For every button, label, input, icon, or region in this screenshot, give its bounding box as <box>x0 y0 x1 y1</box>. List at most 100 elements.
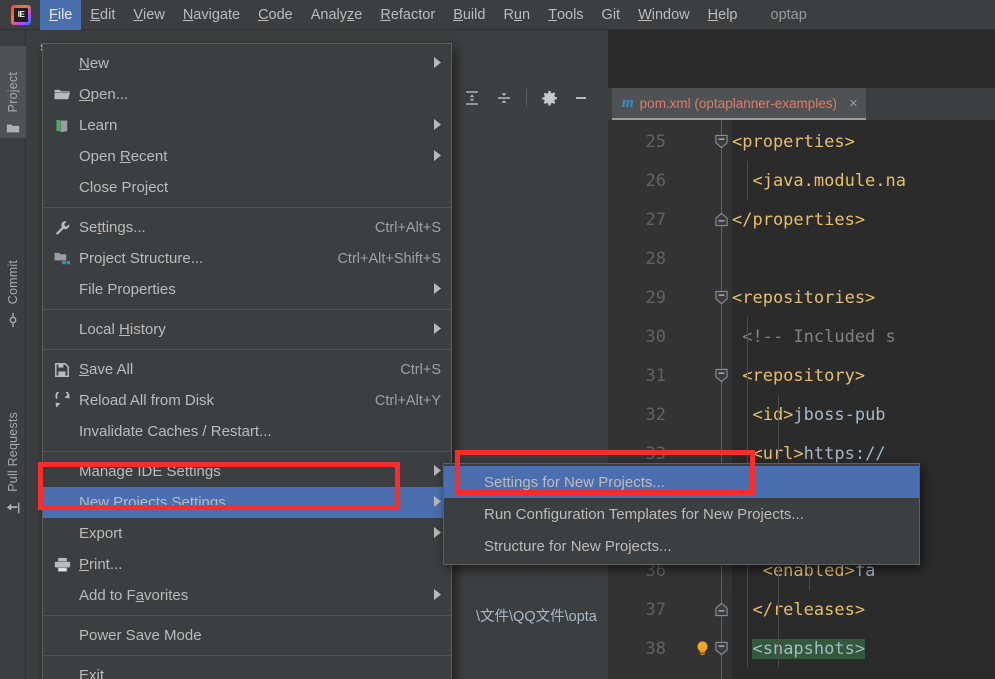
fold-marker-open[interactable] <box>714 641 729 656</box>
code-line: </properties> <box>732 200 865 239</box>
submenu-item-structure-for-new-projects[interactable]: Structure for New Projects... <box>444 530 919 562</box>
fold-marker-open[interactable] <box>714 134 729 149</box>
indent-guide <box>747 395 748 434</box>
menu-icon-placeholder <box>51 462 73 482</box>
file-menu-item-manage-ide-settings[interactable]: Manage IDE Settings <box>43 456 451 487</box>
file-menu-item-power-save-mode[interactable]: Power Save Mode <box>43 620 451 651</box>
menu-bar-item-tools[interactable]: Tools <box>539 0 592 30</box>
menu-item-label: Power Save Mode <box>79 627 202 644</box>
code-token: https:// <box>803 443 886 464</box>
menu-icon-placeholder <box>51 586 73 606</box>
indent-guide <box>747 590 748 629</box>
menu-icon-placeholder <box>51 280 73 300</box>
file-menu-item-export[interactable]: Export <box>43 518 451 549</box>
fold-marker-close[interactable] <box>714 212 729 227</box>
code-token: <snapshots> <box>752 638 866 659</box>
line-number: 28 <box>645 248 666 269</box>
close-icon[interactable]: × <box>849 95 858 112</box>
menu-bar-item-run[interactable]: Run <box>494 0 539 30</box>
menu-separator <box>43 207 451 208</box>
menu-item-shortcut: Ctrl+Alt+S <box>374 219 441 236</box>
collapse-all-icon[interactable] <box>488 85 520 111</box>
file-menu-item-save-all[interactable]: Save All Ctrl+S <box>43 354 451 385</box>
menu-bar: IE File Edit View Navigate Code Analy z e Refact… <box>0 0 995 30</box>
menu-bar-item-window[interactable]: Window <box>629 0 699 30</box>
sidebar-tab-label: Project <box>6 71 20 112</box>
file-menu-item-new-projects-settings[interactable]: New Projects Settings <box>43 487 451 518</box>
file-menu-item-reload-all-from-disk[interactable]: Reload All from Disk Ctrl+Alt+Y <box>43 385 451 416</box>
menu-item-label: Print... <box>79 556 123 573</box>
code-line: <repository> <box>732 356 865 395</box>
file-menu-item-close-project[interactable]: Close Project <box>43 172 451 203</box>
gutter-row[interactable]: 32 <box>608 395 732 434</box>
window-project-name: optap <box>770 6 807 23</box>
code-token: <!-- Included s <box>732 326 896 347</box>
menu-icon-placeholder <box>51 320 73 340</box>
indent-guide <box>778 629 779 668</box>
editor-area: m pom.xml (optaplanner-examples) × 25 26 2… <box>608 30 995 679</box>
editor-tab-pom-xml[interactable]: m pom.xml (optaplanner-examples) × <box>612 88 866 120</box>
sidebar-tab-commit[interactable]: Commit <box>0 230 26 330</box>
code-editor[interactable]: 2526272829303132333435363738 <properties… <box>608 120 995 679</box>
menu-icon-placeholder <box>51 422 73 442</box>
fold-marker-close[interactable] <box>714 602 729 617</box>
menu-bar-item-edit[interactable]: Edit <box>81 0 124 30</box>
logo-text: IE <box>14 7 28 22</box>
indent-guide <box>778 395 779 434</box>
file-menu-item-settings[interactable]: Settings... Ctrl+Alt+S <box>43 212 451 243</box>
gutter-row[interactable]: 28 <box>608 239 732 278</box>
code-line: <repositories> <box>732 278 875 317</box>
menu-separator <box>43 655 451 656</box>
menu-bar-item-view[interactable]: View <box>124 0 173 30</box>
project-tree-path: \文件\QQ文件\opta <box>476 609 597 625</box>
menu-separator <box>43 615 451 616</box>
file-menu-item-project-structure[interactable]: Project Structure... Ctrl+Alt+Shift+S <box>43 243 451 274</box>
code-token: <repository> <box>732 365 866 386</box>
minimize-icon[interactable] <box>565 85 597 111</box>
file-menu-item-open-recent[interactable]: Open Recent <box>43 141 451 172</box>
indent-guide <box>747 317 748 356</box>
file-menu-item-add-to-favorites[interactable]: Add to Favorites <box>43 580 451 611</box>
file-menu-item-learn[interactable]: Learn <box>43 110 451 141</box>
menu-bar-item-analyze[interactable]: Analy z e <box>302 0 372 30</box>
submenu-item-settings-for-new-projects[interactable]: Settings for New Projects... <box>444 466 919 498</box>
menu-bar-item-build[interactable]: Build <box>444 0 494 30</box>
project-structure-icon <box>51 249 73 269</box>
file-menu-item-local-history[interactable]: Local History <box>43 314 451 345</box>
toolbar-separator <box>526 89 527 107</box>
chevron-right-icon <box>434 495 441 510</box>
print-icon <box>51 555 73 575</box>
menu-item-label: Reload All from Disk <box>79 392 215 409</box>
menu-bar-item-help[interactable]: Help <box>699 0 747 30</box>
file-menu-item-exit[interactable]: Exit <box>43 660 451 679</box>
commit-icon <box>5 312 21 328</box>
menu-bar-item-navigate[interactable]: Navigate <box>174 0 249 30</box>
sidebar-tab-project[interactable]: Project <box>0 46 26 138</box>
gutter-row[interactable]: 26 <box>608 161 732 200</box>
line-number: 30 <box>645 326 666 347</box>
code-line: <snapshots> <box>732 629 866 668</box>
gutter-row[interactable]: 30 <box>608 317 732 356</box>
sidebar-tab-pull-requests[interactable]: Pull Requests <box>0 370 26 518</box>
menu-icon-placeholder <box>51 626 73 646</box>
file-menu-item-print[interactable]: Print... <box>43 549 451 580</box>
new-projects-settings-submenu: Settings for New Projects... Run Configur… <box>443 463 920 565</box>
gear-icon[interactable] <box>533 85 565 111</box>
file-menu-item-invalidate-caches-restart[interactable]: Invalidate Caches / Restart... <box>43 416 451 447</box>
menu-bar-item-file[interactable]: File <box>40 0 82 30</box>
menu-bar-item-git[interactable]: Git <box>593 0 630 30</box>
fold-marker-open[interactable] <box>714 368 729 383</box>
expand-all-icon[interactable] <box>456 85 488 111</box>
submenu-item-run-configuration-templates-for-new-projects[interactable]: Run Configuration Templates for New Proj… <box>444 498 919 530</box>
menu-item-label: File Properties <box>79 281 176 298</box>
submenu-item-label: Structure for New Projects... <box>484 537 672 555</box>
menu-bar-item-code[interactable]: Code <box>249 0 302 30</box>
file-menu-item-file-properties[interactable]: File Properties <box>43 274 451 305</box>
menu-bar-item-refactor[interactable]: Refactor <box>371 0 444 30</box>
code-line: <properties> <box>732 122 855 161</box>
file-menu-item-open[interactable]: Open... <box>43 79 451 110</box>
intention-bulb-icon[interactable] <box>695 640 709 655</box>
line-number: 31 <box>645 365 666 386</box>
fold-marker-open[interactable] <box>714 290 729 305</box>
file-menu-item-new[interactable]: New <box>43 48 451 79</box>
